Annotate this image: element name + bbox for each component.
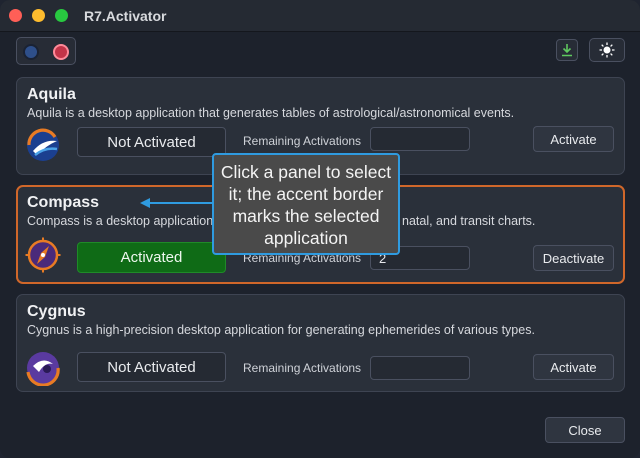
cygnus-logo-icon <box>26 352 60 386</box>
app-panel-cygnus[interactable]: Cygnus Cygnus is a high-precision deskto… <box>16 294 625 392</box>
app-description: Aquila is a desktop application that gen… <box>27 106 515 120</box>
compass-logo-icon <box>25 237 61 273</box>
toolbar-blue-button[interactable] <box>20 41 42 63</box>
download-icon <box>562 44 572 57</box>
app-description: Cygnus is a high-precision desktop appli… <box>27 323 535 337</box>
red-circle-icon <box>53 44 69 60</box>
blue-circle-icon <box>23 44 39 60</box>
window-title: R7.Activator <box>84 8 167 24</box>
download-button[interactable] <box>556 39 578 61</box>
app-description-tail: natal, and transit charts. <box>402 214 536 228</box>
minimize-window-button[interactable] <box>32 9 45 22</box>
callout-arrow-icon <box>140 198 214 208</box>
app-description: Compass is a desktop application <box>27 214 214 228</box>
remaining-activations-field <box>370 356 470 380</box>
remaining-activations-label: Remaining Activations <box>243 361 362 375</box>
close-button[interactable]: Close <box>545 417 625 443</box>
deactivate-button[interactable]: Deactivate <box>533 245 614 271</box>
toolbar-red-button[interactable] <box>50 41 72 63</box>
toolbar-toggle-group <box>16 37 76 65</box>
help-callout: Click a panel to select it; the accent b… <box>212 153 400 255</box>
activator-window: R7.Activator Aquila Aquila is a desktop … <box>0 0 640 458</box>
theme-toggle-button[interactable] <box>589 38 625 62</box>
title-bar: R7.Activator <box>0 0 640 32</box>
activation-status: Activated <box>77 242 226 273</box>
activation-status: Not Activated <box>77 127 226 157</box>
sun-icon <box>599 42 615 58</box>
activate-button[interactable]: Activate <box>533 354 614 380</box>
remaining-activations-label: Remaining Activations <box>243 134 362 148</box>
aquila-logo-icon <box>27 128 59 161</box>
remaining-activations-field <box>370 127 470 151</box>
maximize-window-button[interactable] <box>55 9 68 22</box>
activate-button[interactable]: Activate <box>533 126 614 152</box>
app-title: Compass <box>27 194 100 211</box>
app-title: Aquila <box>27 86 76 103</box>
app-title: Cygnus <box>27 303 86 320</box>
close-window-button[interactable] <box>9 9 22 22</box>
activation-status: Not Activated <box>77 352 226 382</box>
